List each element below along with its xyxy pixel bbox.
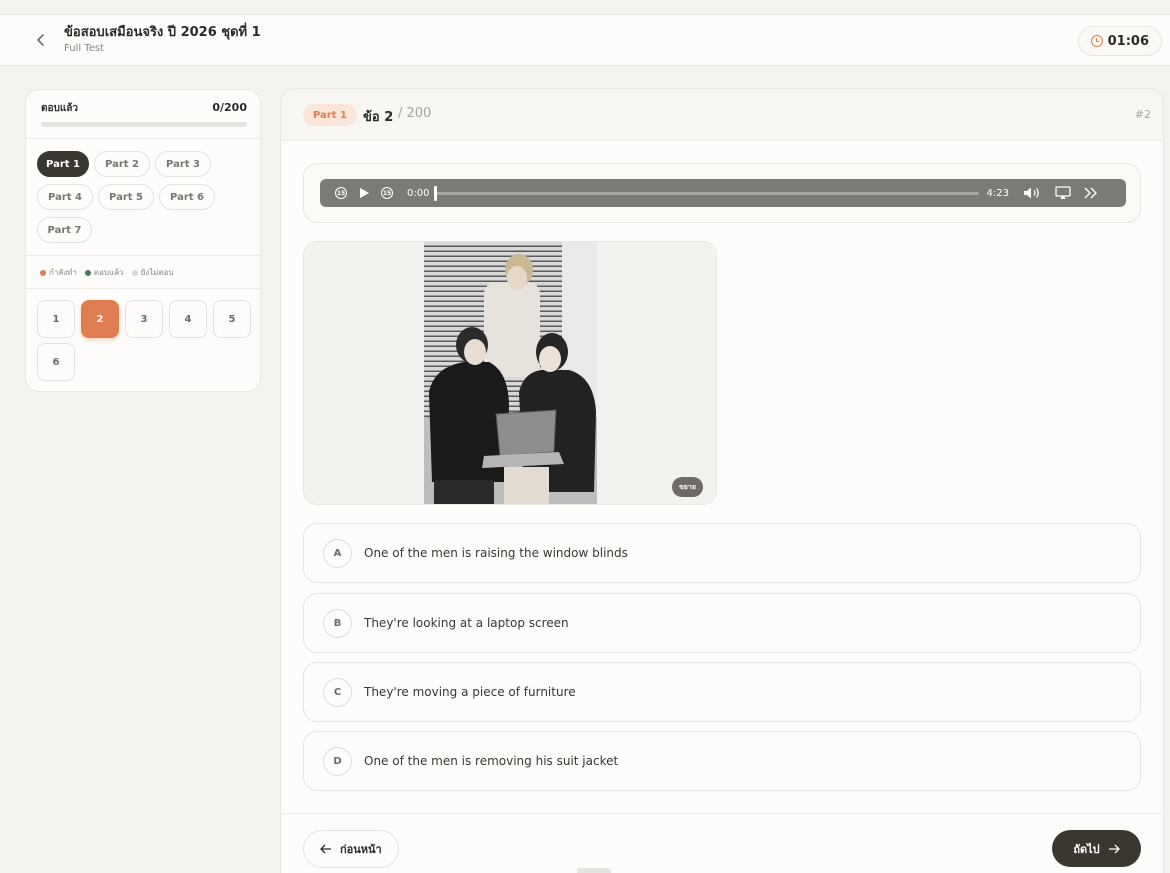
arrow-right-icon xyxy=(1108,844,1120,853)
current-dot-icon xyxy=(40,269,46,276)
legend-unanswered-label: ยังไม่ตอบ xyxy=(140,268,174,277)
option-text: They're looking at a laptop screen xyxy=(364,616,569,630)
option-text: They're moving a piece of furniture xyxy=(364,685,576,699)
volume-icon xyxy=(1023,187,1039,199)
play-button[interactable] xyxy=(358,187,370,199)
seek-handle[interactable] xyxy=(434,185,438,201)
legend-answered-label: ตอบแล้ว xyxy=(93,268,124,277)
question-number-3[interactable]: 3 xyxy=(125,300,163,338)
question-number-2[interactable]: 2 xyxy=(81,300,119,338)
answer-option-a[interactable]: A One of the men is raising the window b… xyxy=(303,523,1141,583)
zoom-button[interactable]: ขยาย xyxy=(672,477,703,497)
previous-label: ก่อนหน้า xyxy=(340,843,382,856)
volume-button[interactable] xyxy=(1023,186,1043,200)
chevron-left-icon xyxy=(37,34,44,46)
part-badge: Part 1 xyxy=(303,104,357,126)
question-number-6[interactable]: 6 xyxy=(37,343,75,381)
timer-badge: 01:06 xyxy=(1077,26,1162,56)
next-label: ถัดไป xyxy=(1073,842,1100,856)
question-label: ข้อ 2 xyxy=(363,110,394,125)
option-letter: C xyxy=(323,677,352,707)
divider xyxy=(26,288,260,289)
audio-player-card: 15 15 0:00 4:23 xyxy=(303,163,1141,223)
audio-seek-bar[interactable] xyxy=(434,185,980,201)
page-title: ข้อสอบเสมือนจริง ปี 2026 ชุดที่ 1 xyxy=(64,25,261,40)
question-navigator: ตอบแล้ว 0/200 Part 1 Part 2 Part 3 Part … xyxy=(25,89,261,392)
legend-current: กำลังทำ xyxy=(40,266,77,279)
question-number-1[interactable]: 1 xyxy=(37,300,75,338)
play-icon xyxy=(360,188,369,198)
legend-current-label: กำลังทำ xyxy=(49,268,77,277)
answered-progress-bar xyxy=(41,122,247,127)
status-legend: กำลังทำ ตอบแล้ว ยังไม่ตอบ xyxy=(40,266,174,279)
top-header: ข้อสอบเสมือนจริง ปี 2026 ชุดที่ 1 Full T… xyxy=(0,14,1170,66)
airplay-button[interactable] xyxy=(1055,186,1071,200)
more-button[interactable] xyxy=(1083,186,1099,200)
part-tab-3[interactable]: Part 3 xyxy=(155,151,211,177)
title-block: ข้อสอบเสมือนจริง ปี 2026 ชุดที่ 1 Full T… xyxy=(64,24,261,56)
arrow-left-icon xyxy=(320,844,331,854)
back-button[interactable] xyxy=(32,31,50,49)
unanswered-dot-icon xyxy=(131,269,138,276)
divider xyxy=(26,138,260,139)
duration-time: 4:23 xyxy=(986,187,1009,199)
question-image-card: ขยาย xyxy=(303,241,717,505)
answered-count: 0/200 xyxy=(212,101,247,114)
page-subtitle: Full Test xyxy=(64,43,104,54)
option-letter: A xyxy=(323,538,352,568)
part-tab-5[interactable]: Part 5 xyxy=(98,184,154,210)
next-button[interactable]: ถัดไป xyxy=(1052,830,1141,867)
option-text: One of the men is raising the window bli… xyxy=(364,546,628,560)
option-letter: B xyxy=(323,608,352,638)
bottom-handle[interactable] xyxy=(577,868,611,873)
audio-player: 15 15 0:00 4:23 xyxy=(320,179,1126,207)
divider xyxy=(26,255,260,256)
rewind-15-icon[interactable]: 15 xyxy=(335,187,347,199)
option-text: One of the men is removing his suit jack… xyxy=(364,754,619,768)
previous-button[interactable]: ก่อนหน้า xyxy=(303,830,399,868)
double-chevron-right-icon xyxy=(1084,187,1097,199)
answer-option-d[interactable]: D One of the men is removing his suit ja… xyxy=(303,731,1141,791)
forward-15-icon[interactable]: 15 xyxy=(381,187,393,199)
current-time: 0:00 xyxy=(407,187,430,199)
answered-dot-icon xyxy=(84,269,91,276)
office-photo-image xyxy=(424,242,597,504)
answer-option-c[interactable]: C They're moving a piece of furniture xyxy=(303,662,1141,722)
clock-icon xyxy=(1090,35,1103,47)
question-ref: #2 xyxy=(1134,108,1151,121)
question-panel: Part 1 ข้อ 2 / 200 #2 15 15 0:00 4:23 ขย… xyxy=(280,88,1164,873)
part-tab-7[interactable]: Part 7 xyxy=(37,217,92,243)
airplay-icon xyxy=(1055,186,1071,199)
answered-label: ตอบแล้ว xyxy=(41,103,79,114)
footer-divider xyxy=(281,813,1163,814)
timer-text: 01:06 xyxy=(1107,33,1149,49)
question-total: / 200 xyxy=(398,106,432,121)
answer-option-b[interactable]: B They're looking at a laptop screen xyxy=(303,593,1141,653)
answered-row: ตอบแล้ว 0/200 xyxy=(41,101,247,116)
part-tab-4[interactable]: Part 4 xyxy=(37,184,93,210)
option-letter: D xyxy=(323,746,352,776)
office-photo xyxy=(424,242,597,504)
part-tab-1[interactable]: Part 1 xyxy=(37,151,89,177)
legend-unanswered: ยังไม่ตอบ xyxy=(131,266,174,279)
part-tab-6[interactable]: Part 6 xyxy=(159,184,215,210)
part-tab-2[interactable]: Part 2 xyxy=(94,151,150,177)
legend-answered: ตอบแล้ว xyxy=(84,266,124,279)
question-number-4[interactable]: 4 xyxy=(169,300,207,338)
question-number-5[interactable]: 5 xyxy=(213,300,251,338)
question-header: Part 1 ข้อ 2 / 200 #2 xyxy=(281,89,1163,141)
